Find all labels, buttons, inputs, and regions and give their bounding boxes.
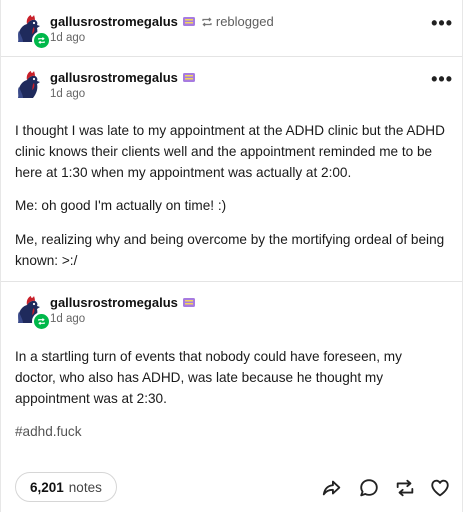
reblog-badge xyxy=(32,31,51,50)
timestamp[interactable]: 1d ago xyxy=(50,32,85,44)
reblog-icon xyxy=(396,479,414,497)
post2-username-row: gallusrostromegalus xyxy=(50,295,196,310)
reply-icon xyxy=(360,479,378,497)
username-link[interactable]: gallusrostromegalus xyxy=(50,14,178,29)
reblog-divider xyxy=(1,281,462,282)
flair-icon xyxy=(182,298,195,307)
username-link[interactable]: gallusrostromegalus xyxy=(50,70,178,85)
notes-count: 6,201 xyxy=(30,479,64,495)
avatar[interactable] xyxy=(13,293,51,331)
more-options-button[interactable]: ••• xyxy=(431,70,453,88)
notes-button[interactable]: 6,201 notes xyxy=(15,472,117,502)
reblog-button[interactable] xyxy=(394,477,416,499)
post1-username-row: gallusrostromegalus xyxy=(50,70,196,85)
header-divider xyxy=(1,56,462,57)
like-button[interactable] xyxy=(429,477,451,499)
avatar[interactable] xyxy=(13,12,51,50)
timestamp[interactable]: 1d ago xyxy=(50,313,85,325)
post2-header: gallusrostromegalus 1d ago xyxy=(13,293,453,337)
tag-link[interactable]: #adhd.fuck xyxy=(15,424,82,439)
like-icon xyxy=(431,479,449,497)
post1-paragraph-1: I thought I was late to my appointment a… xyxy=(15,123,445,180)
reply-button[interactable] xyxy=(358,477,380,499)
share-button[interactable] xyxy=(321,477,343,499)
rooster-avatar-icon xyxy=(13,68,45,100)
post1-header: gallusrostromegalus 1d ago ••• xyxy=(13,68,453,112)
post2-paragraph-1: In a startling turn of events that nobod… xyxy=(15,349,402,406)
reblog-badge-icon xyxy=(38,318,45,325)
post1-paragraph-3: Me, realizing why and being overcome by … xyxy=(15,232,445,268)
post-card: gallusrostromegalus reblogged 1d ago ••• xyxy=(0,0,463,512)
avatar[interactable] xyxy=(13,68,45,100)
timestamp[interactable]: 1d ago xyxy=(50,88,85,100)
reblog-small-icon xyxy=(202,17,212,26)
reblog-badge-icon xyxy=(38,37,45,44)
more-options-button[interactable]: ••• xyxy=(431,14,453,32)
reblog-username-row: gallusrostromegalus reblogged xyxy=(50,14,274,29)
reblog-header: gallusrostromegalus reblogged 1d ago ••• xyxy=(13,12,453,56)
post1-paragraph-2: Me: oh good I'm actually on time! :) xyxy=(15,198,227,213)
reblog-badge xyxy=(32,312,51,331)
reblogged-label: reblogged xyxy=(201,14,274,29)
notes-label: notes xyxy=(68,479,102,495)
reblogged-text: reblogged xyxy=(215,14,274,29)
flair-icon xyxy=(182,17,195,26)
flair-icon xyxy=(182,73,195,82)
username-link[interactable]: gallusrostromegalus xyxy=(50,295,178,310)
share-icon xyxy=(322,480,341,496)
